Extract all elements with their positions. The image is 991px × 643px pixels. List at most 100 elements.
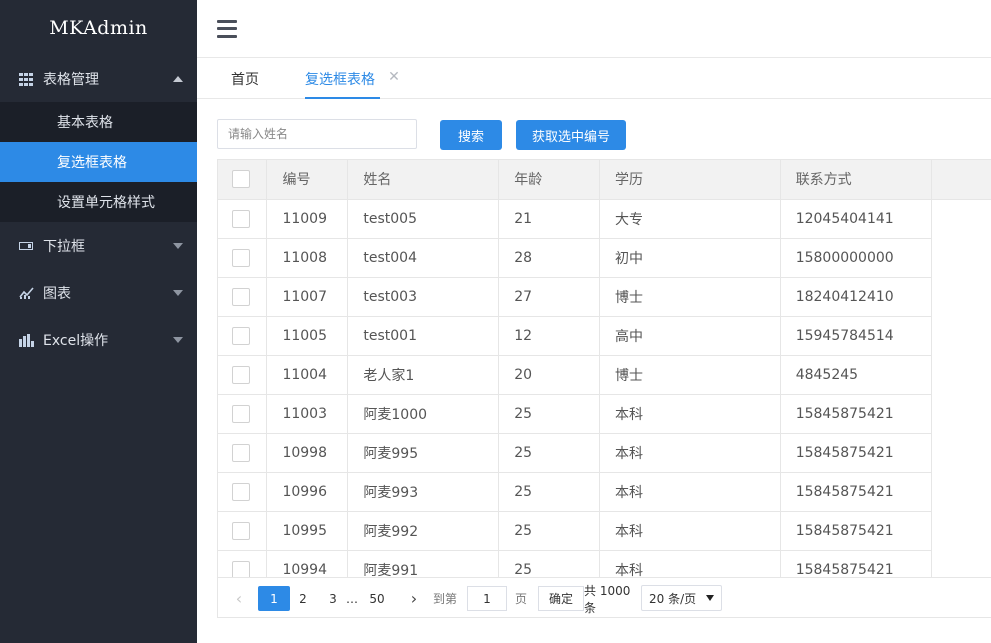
table-row[interactable]: 10998 阿麦995 25 本科 15845875421 (218, 433, 991, 473)
sidebar-group-label: 表格管理 (43, 72, 99, 88)
cell-age: 25 (498, 394, 601, 434)
page-button-1[interactable]: 1 (258, 586, 290, 611)
table-row[interactable]: 11005 test001 12 高中 15945784514 (218, 316, 991, 356)
hamburger-menu-icon[interactable] (217, 19, 237, 38)
row-filler (931, 238, 991, 277)
header-select-all-cell (218, 160, 268, 200)
data-table: 编号 姓名 年龄 学历 联系方式 11009 test005 21 大专 1204540… (217, 159, 991, 577)
cell-education: 初中 (599, 238, 781, 278)
row-checkbox[interactable] (232, 326, 250, 345)
cell-id: 11005 (266, 316, 349, 356)
cell-name: test001 (347, 316, 500, 356)
page-button-3[interactable]: 3 (322, 586, 344, 611)
table-row[interactable]: 11007 test003 27 博士 18240412410 (218, 277, 991, 317)
sidebar-item-basic-table[interactable]: 基本表格 (0, 102, 197, 142)
cell-education: 博士 (599, 355, 781, 395)
chevron-down-icon (173, 290, 183, 296)
row-checkbox[interactable] (232, 560, 250, 577)
table-row[interactable]: 11009 test005 21 大专 12045404141 (218, 199, 991, 239)
cell-contact: 18240412410 (780, 277, 932, 317)
next-page-icon[interactable]: › (404, 586, 424, 611)
page-size-select[interactable]: 20 条/页 (641, 585, 722, 611)
cell-contact: 15845875421 (780, 433, 932, 473)
row-checkbox[interactable] (232, 248, 250, 267)
sidebar-group-charts[interactable]: 图表 (0, 270, 197, 316)
get-selected-ids-button[interactable]: 获取选中编号 (516, 120, 626, 150)
column-header-contact[interactable]: 联系方式 (780, 160, 932, 200)
cell-education: 高中 (599, 316, 781, 356)
row-checkbox[interactable] (232, 365, 250, 384)
page-button-last[interactable]: 50 (364, 586, 390, 611)
cell-id: 10998 (266, 433, 349, 473)
line-chart-icon (18, 286, 34, 300)
cell-name: 阿麦991 (347, 550, 500, 577)
bar-chart-icon (18, 333, 34, 347)
row-filler (931, 316, 991, 355)
cell-name: 阿麦1000 (347, 394, 500, 434)
row-select-cell (218, 277, 268, 317)
app-logo[interactable]: MKAdmin (0, 0, 197, 56)
cell-contact: 15845875421 (780, 511, 932, 551)
row-checkbox[interactable] (232, 443, 250, 462)
row-filler (931, 433, 991, 472)
column-header-id[interactable]: 编号 (266, 160, 349, 200)
row-checkbox[interactable] (232, 521, 250, 540)
search-button[interactable]: 搜索 (440, 120, 502, 150)
cell-age: 25 (498, 511, 601, 551)
cell-age: 25 (498, 550, 601, 577)
cell-age: 28 (498, 238, 601, 278)
row-filler (931, 355, 991, 394)
sidebar-group-excel[interactable]: Excel操作 (0, 317, 197, 363)
goto-confirm-button[interactable]: 确定 (538, 586, 584, 611)
row-checkbox[interactable] (232, 404, 250, 423)
row-checkbox[interactable] (232, 482, 250, 501)
table-row[interactable]: 11008 test004 28 初中 15800000000 (218, 238, 991, 278)
close-icon[interactable]: ✕ (387, 70, 401, 84)
page-ellipsis: … (346, 591, 358, 606)
row-checkbox[interactable] (232, 287, 250, 306)
cell-name: test003 (347, 277, 500, 317)
table-grid-icon (18, 72, 34, 86)
column-header-name[interactable]: 姓名 (347, 160, 500, 200)
table-row[interactable]: 11004 老人家1 20 博士 4845245 (218, 355, 991, 395)
cell-age: 21 (498, 199, 601, 239)
tab-active-indicator (305, 97, 380, 99)
sidebar-group-table-management[interactable]: 表格管理 (0, 56, 197, 102)
select-all-checkbox[interactable] (232, 170, 250, 189)
cell-name: 老人家1 (347, 355, 500, 395)
tab-checkbox-table[interactable]: 复选框表格 (305, 58, 380, 99)
chevron-down-icon (173, 243, 183, 249)
sidebar-group-label: 下拉框 (43, 239, 85, 255)
sidebar-item-checkbox-table[interactable]: 复选框表格 (0, 142, 197, 182)
tab-home[interactable]: 首页 (231, 58, 259, 99)
cell-education: 本科 (599, 511, 781, 551)
page-button-2[interactable]: 2 (292, 586, 314, 611)
table-row[interactable]: 10995 阿麦992 25 本科 15845875421 (218, 511, 991, 551)
goto-page-input[interactable] (467, 586, 507, 611)
column-header-age[interactable]: 年龄 (498, 160, 601, 200)
table-row[interactable]: 10994 阿麦991 25 本科 15845875421 (218, 550, 991, 577)
header-filler (931, 160, 991, 200)
row-checkbox[interactable] (232, 209, 250, 228)
cell-education: 本科 (599, 472, 781, 512)
cell-name: 阿麦995 (347, 433, 500, 473)
column-header-education[interactable]: 学历 (599, 160, 781, 200)
cell-contact: 15945784514 (780, 316, 932, 356)
total-count: 共 1000 条 (584, 583, 631, 615)
prev-page-icon[interactable]: ‹ (228, 586, 250, 611)
top-header (197, 0, 991, 58)
sidebar-submenu: 基本表格 复选框表格 设置单元格样式 (0, 102, 197, 222)
table-row[interactable]: 11003 阿麦1000 25 本科 15845875421 (218, 394, 991, 434)
cell-id: 11003 (266, 394, 349, 434)
cell-name: 阿麦992 (347, 511, 500, 551)
name-search-input[interactable] (217, 119, 417, 149)
sidebar-group-dropdown[interactable]: 下拉框 (0, 223, 197, 269)
cell-contact: 15845875421 (780, 472, 932, 512)
sidebar-item-cell-style[interactable]: 设置单元格样式 (0, 182, 197, 222)
cell-education: 博士 (599, 277, 781, 317)
sidebar-group-label: Excel操作 (43, 333, 109, 349)
table-row[interactable]: 10996 阿麦993 25 本科 15845875421 (218, 472, 991, 512)
cell-contact: 15800000000 (780, 238, 932, 278)
cell-id: 11004 (266, 355, 349, 395)
table-header-row: 编号 姓名 年龄 学历 联系方式 (218, 160, 991, 200)
